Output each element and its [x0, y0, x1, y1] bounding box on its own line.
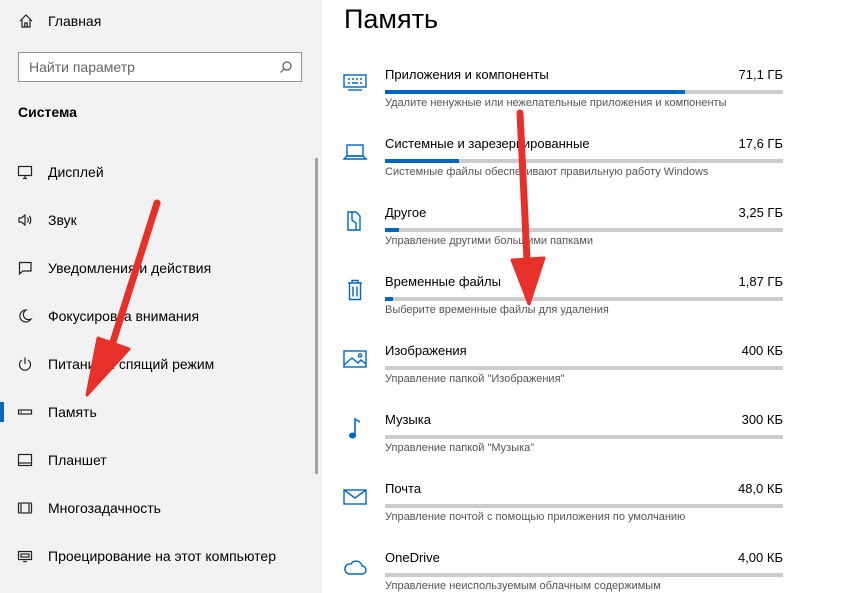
storage-category-system[interactable]: Системные и зарезервированные 17,6 ГБ Си…: [322, 136, 842, 196]
power-icon: [18, 357, 32, 371]
home-icon: [19, 14, 33, 28]
category-description: Управление папкой "Изображения": [385, 373, 565, 385]
category-description: Выберите временные файлы для удаления: [385, 304, 609, 316]
sidebar-scrollbar[interactable]: [315, 158, 318, 474]
section-title: Система: [18, 104, 77, 120]
storage-icon: [17, 409, 33, 415]
cloud-icon: [344, 560, 367, 575]
category-name: Системные и зарезервированные: [385, 136, 590, 151]
sidebar-item-label: Дисплей: [48, 164, 104, 180]
mail-icon: [343, 489, 367, 505]
category-description: Управление неиспользуемым облачным содер…: [385, 580, 661, 592]
sidebar-item-label: Уведомления и действия: [48, 260, 212, 276]
storage-category-pictures[interactable]: Изображения 400 КБ Управление папкой "Из…: [322, 343, 842, 403]
sidebar-item-sound[interactable]: Звук: [0, 200, 300, 240]
storage-category-apps[interactable]: Приложения и компоненты 71,1 ГБ Удалите …: [322, 67, 842, 127]
usage-bar: [385, 573, 783, 577]
category-name: OneDrive: [385, 550, 440, 565]
multitasking-icon: [17, 502, 33, 514]
storage-category-onedrive[interactable]: OneDrive 4,00 КБ Управление неиспользуем…: [322, 550, 842, 593]
storage-page: Память Приложения и компоненты 71,1 ГБ У…: [322, 0, 842, 593]
page-title: Память: [344, 4, 439, 34]
storage-category-mail[interactable]: Почта 48,0 КБ Управление почтой с помощь…: [322, 481, 842, 541]
sidebar-item-label: Память: [48, 404, 97, 420]
sidebar: Главная Система Дисплей Звук Уведомления…: [0, 0, 322, 593]
sidebar-item-projecting[interactable]: Проецирование на этот компьютер: [0, 536, 300, 576]
category-size: 17,6 ГБ: [738, 136, 783, 151]
category-name: Временные файлы: [385, 274, 501, 289]
sidebar-item-label: Многозадачность: [48, 500, 161, 516]
search-input[interactable]: [19, 52, 279, 82]
usage-bar: [385, 366, 783, 370]
storage-category-music[interactable]: Музыка 300 КБ Управление папкой "Музыка": [322, 412, 842, 472]
search-icon[interactable]: [279, 60, 293, 74]
category-description: Управление почтой с помощью приложения п…: [385, 511, 686, 523]
sidebar-item-display[interactable]: Дисплей: [0, 152, 300, 192]
usage-bar-fill: [385, 159, 460, 163]
category-description: Системные файлы обеспечивают правильную …: [385, 166, 709, 178]
usage-bar: [385, 504, 783, 508]
sidebar-item-tablet[interactable]: Планшет: [0, 440, 300, 480]
usage-bar: [385, 228, 783, 232]
moon-icon: [19, 309, 33, 323]
sidebar-item-label: Звук: [48, 212, 77, 228]
sidebar-item-multitasking[interactable]: Многозадачность: [0, 488, 300, 528]
home-label: Главная: [48, 13, 102, 29]
category-size: 71,1 ГБ: [738, 67, 783, 82]
display-icon: [17, 165, 33, 180]
category-name: Другое: [385, 205, 427, 220]
search-box: [18, 52, 302, 82]
category-size: 1,87 ГБ: [738, 274, 783, 289]
usage-bar: [385, 159, 783, 163]
category-size: 300 КБ: [741, 412, 783, 427]
sidebar-item-label: Фокусировка внимания: [48, 308, 200, 324]
sidebar-item-power-sleep[interactable]: Питание и спящий режим: [0, 344, 300, 384]
category-size: 48,0 КБ: [737, 481, 783, 496]
category-description: Управление папкой "Музыка": [385, 442, 535, 454]
sidebar-item-storage[interactable]: Память: [0, 392, 300, 432]
sidebar-item-notifications[interactable]: Уведомления и действия: [0, 248, 300, 288]
apps-icon: [343, 74, 367, 91]
home-link[interactable]: Главная: [18, 10, 101, 32]
other-icon: [347, 211, 361, 231]
sidebar-item-label: Планшет: [48, 452, 107, 468]
usage-bar: [385, 90, 783, 94]
notification-icon: [18, 261, 32, 276]
usage-bar-fill: [385, 228, 399, 232]
sidebar-item-focus-assist[interactable]: Фокусировка внимания: [0, 296, 300, 336]
usage-bar-fill: [385, 297, 393, 301]
category-size: 4,00 КБ: [737, 550, 783, 565]
speaker-icon: [18, 213, 32, 227]
category-name: Музыка: [385, 412, 431, 427]
category-description: Управление другими большими папками: [385, 235, 594, 247]
category-size: 400 КБ: [741, 343, 783, 358]
category-size: 3,25 ГБ: [738, 205, 783, 220]
projector-icon: [17, 550, 33, 563]
sidebar-item-label: Проецирование на этот компьютер: [48, 548, 276, 564]
usage-bar: [385, 435, 783, 439]
image-icon: [343, 350, 367, 368]
category-name: Почта: [385, 481, 422, 496]
tablet-icon: [17, 453, 33, 467]
category-name: Изображения: [385, 343, 467, 358]
usage-bar: [385, 297, 783, 301]
storage-category-temp-files[interactable]: Временные файлы 1,87 ГБ Выберите временн…: [322, 274, 842, 334]
category-name: Приложения и компоненты: [385, 67, 549, 82]
sidebar-item-label: Питание и спящий режим: [48, 356, 215, 372]
usage-bar-fill: [385, 90, 686, 94]
category-description: Удалите ненужные или нежелательные прило…: [385, 97, 727, 109]
storage-category-other[interactable]: Другое 3,25 ГБ Управление другими больши…: [322, 205, 842, 265]
laptop-icon: [342, 144, 368, 160]
music-icon: [348, 417, 361, 439]
trash-icon: [348, 279, 362, 301]
